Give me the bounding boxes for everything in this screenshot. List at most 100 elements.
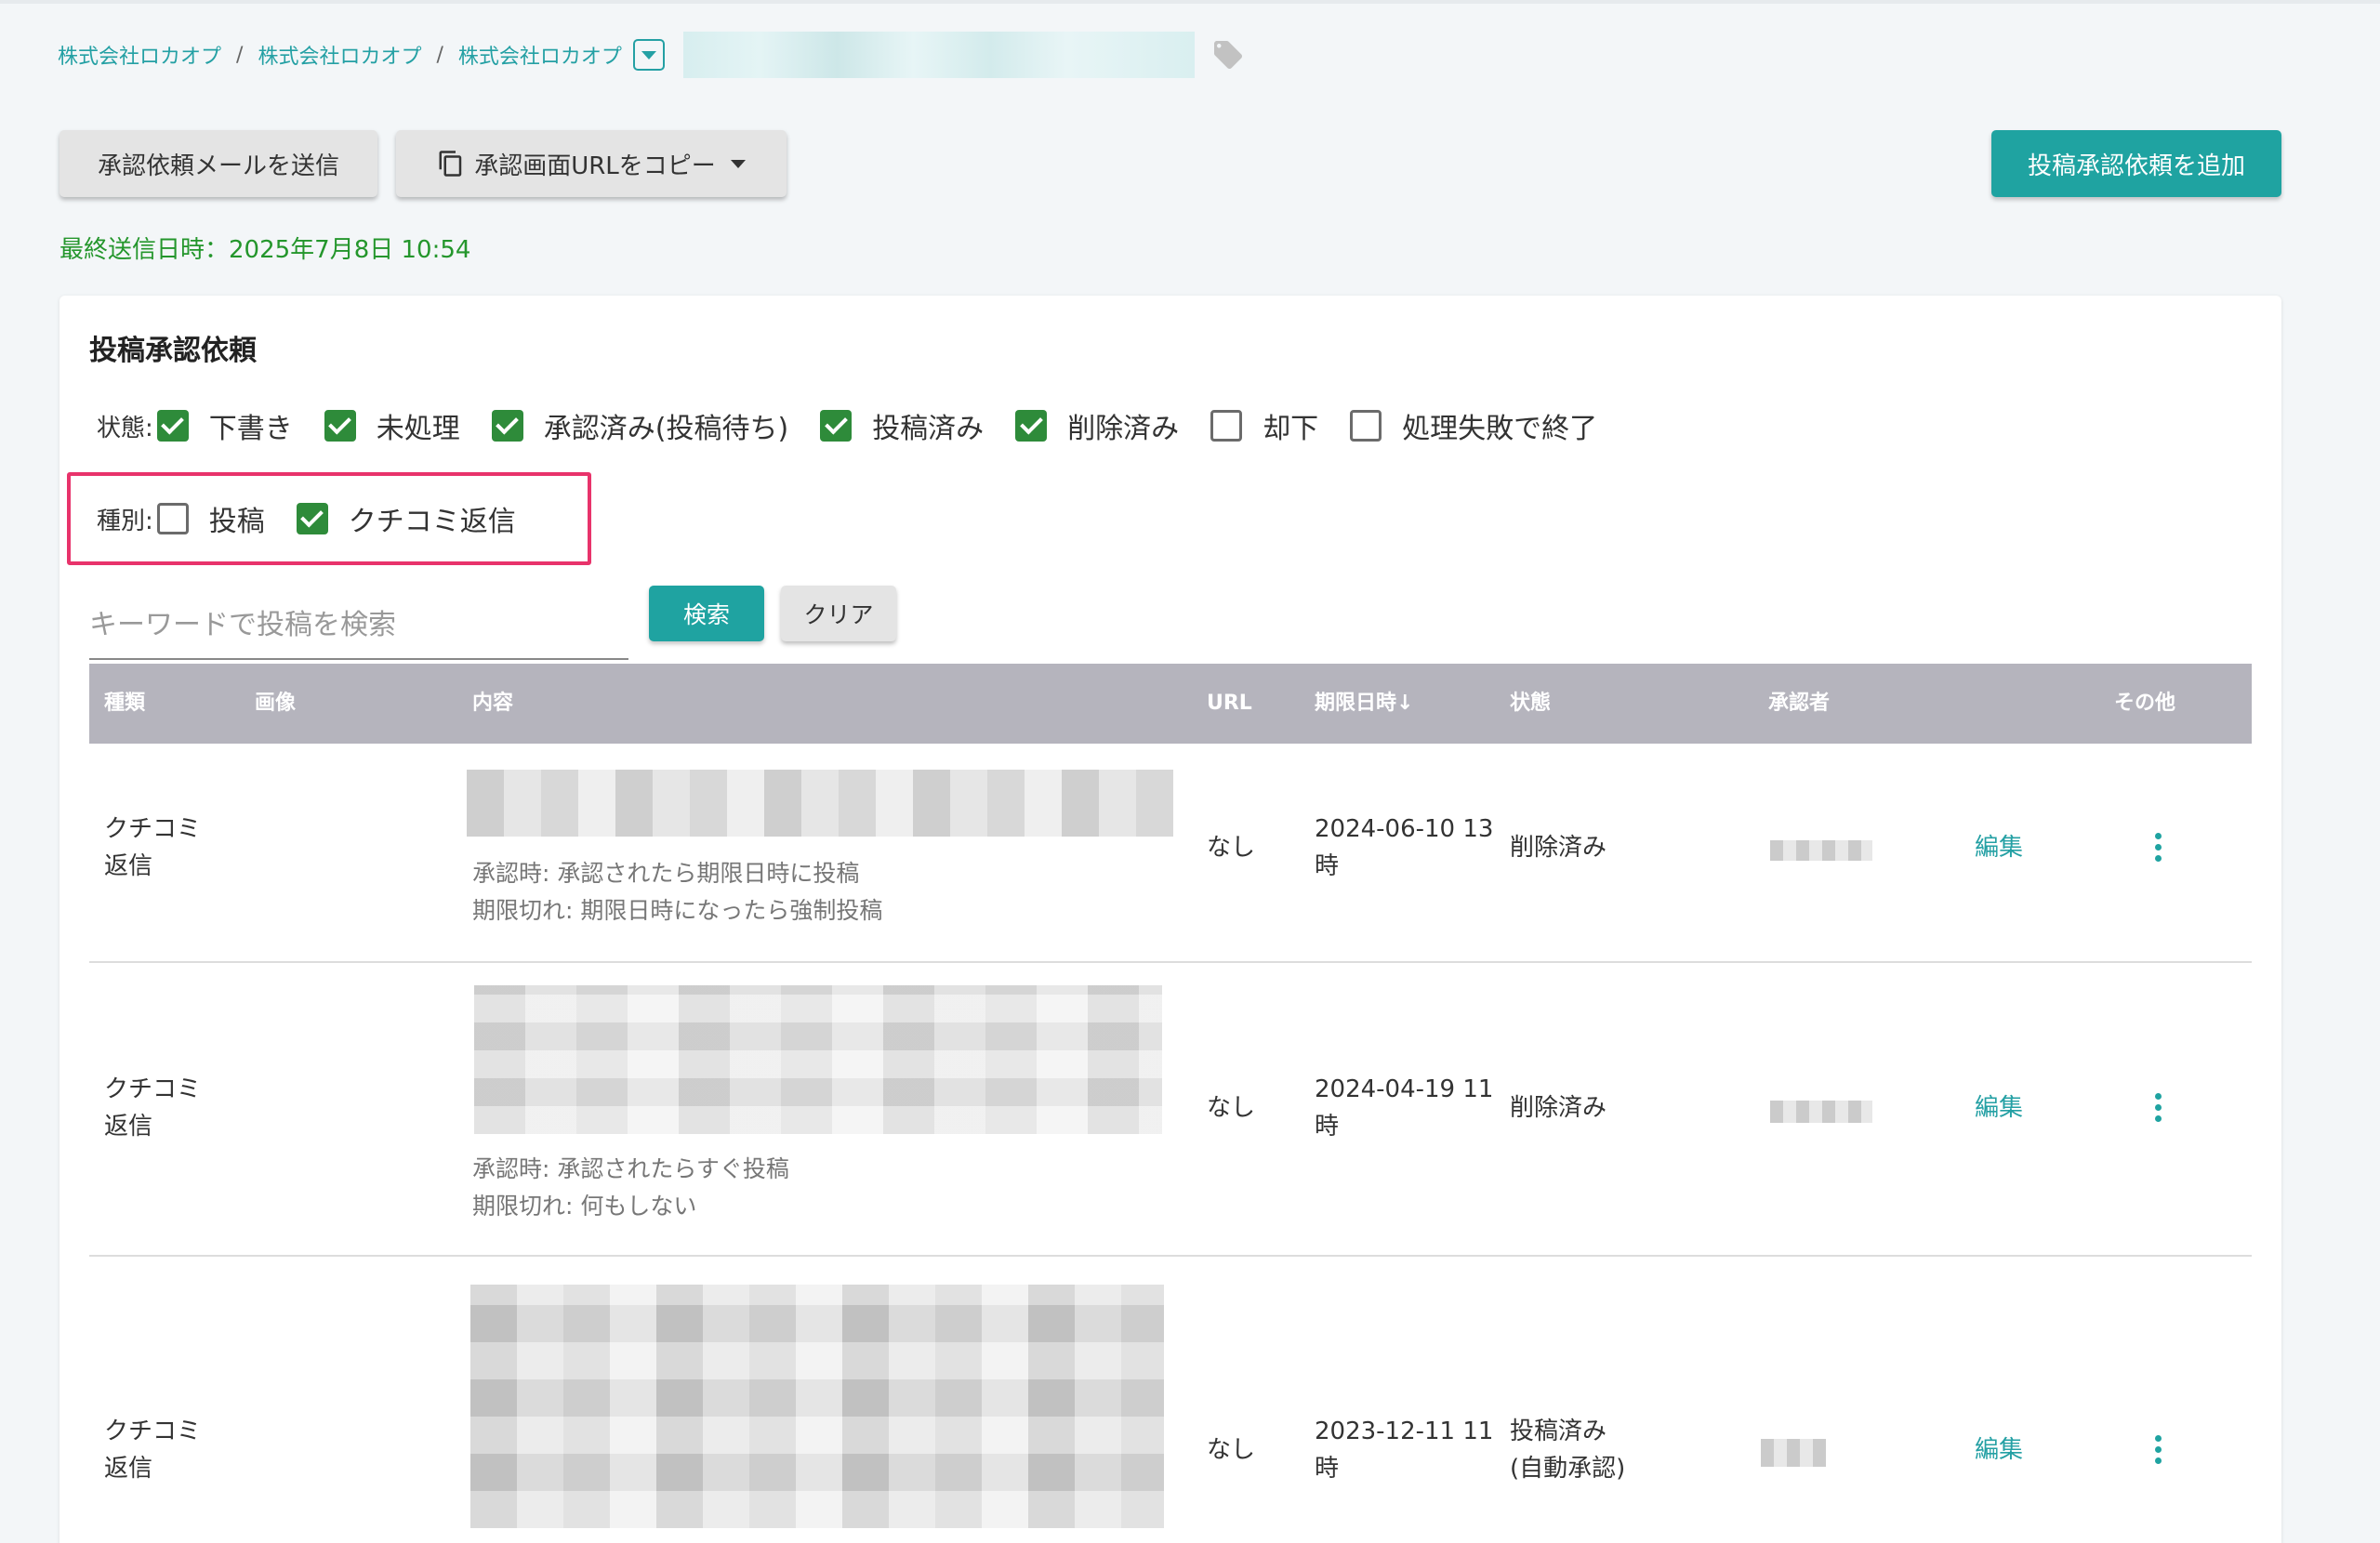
type-filter: 種別: 投稿 クチコミ返信 (97, 495, 548, 543)
row-note: 承認時: 承認されたらすぐ投稿 期限切れ: 何もしない (472, 1151, 789, 1225)
status-option-label: 下書き (208, 413, 293, 445)
column-header-url[interactable]: URL (1207, 664, 1252, 744)
row-deadline-line: 2024-06-10 13 (1315, 815, 1494, 843)
add-approval-request-button[interactable]: 投稿承認依頼を追加 (1991, 130, 2281, 197)
status-option-label: 却下 (1263, 413, 1319, 445)
breadcrumb-item-2[interactable]: 株式会社ロカオプ (258, 40, 421, 70)
status-option-rejected[interactable]: 却下 (1210, 405, 1318, 446)
more-vert-icon[interactable] (2153, 1435, 2162, 1464)
row-type-line: クチコミ (104, 1418, 202, 1445)
send-approval-mail-button[interactable]: 承認依頼メールを送信 (60, 130, 377, 197)
row-type-line: クチコミ (104, 815, 202, 843)
checkbox-icon[interactable] (296, 503, 328, 534)
search-input[interactable] (89, 591, 628, 660)
row-deadline: 2024-04-19 11 時 (1315, 1071, 1493, 1145)
card-title: 投稿承認依頼 (89, 335, 257, 367)
status-option-unprocessed[interactable]: 未処理 (324, 405, 460, 446)
status-option-label: 承認済み(投稿待ち) (543, 413, 789, 445)
table-row: クチコミ 返信 承認時: 承認されたら期限日時に投稿 期限切れ: 期限日時になっ… (89, 744, 2252, 963)
type-option-label: クチコミ返信 (348, 506, 516, 538)
edit-link[interactable]: 編集 (1975, 1431, 2023, 1469)
row-note-line: 期限切れ: 何もしない (472, 1193, 697, 1220)
breadcrumb-item-1[interactable]: 株式会社ロカオプ (58, 40, 221, 70)
status-option-approved-waiting[interactable]: 承認済み(投稿待ち) (491, 405, 789, 446)
approval-request-card: 投稿承認依頼 状態: 下書き 未処理 承認済み(投稿待ち) 投稿済み 削除済み … (60, 296, 2281, 1543)
row-deadline-line: 2023-12-11 11 (1315, 1418, 1494, 1445)
row-status-line: (自動承認) (1510, 1455, 1626, 1483)
column-header-image[interactable]: 画像 (255, 664, 296, 744)
checkbox-icon[interactable] (820, 410, 853, 442)
breadcrumb-item-3[interactable]: 株式会社ロカオプ (458, 40, 622, 70)
edit-link[interactable]: 編集 (1975, 829, 2023, 866)
breadcrumb: 株式会社ロカオプ / 株式会社ロカオプ / 株式会社ロカオプ (58, 32, 1245, 78)
status-option-deleted[interactable]: 削除済み (1015, 405, 1179, 446)
row-url: なし (1207, 834, 1256, 862)
type-option-review-reply[interactable]: クチコミ返信 (296, 498, 516, 539)
row-status: 削除済み (1510, 829, 1606, 866)
edit-link[interactable]: 編集 (1975, 1089, 2023, 1127)
status-option-draft[interactable]: 下書き (156, 405, 293, 446)
blurred-approver (1770, 1101, 1872, 1123)
row-deadline-line: 時 (1315, 1113, 1340, 1141)
type-option-post[interactable]: 投稿 (156, 498, 265, 539)
clear-button[interactable]: クリア (781, 586, 896, 641)
row-status-line: 投稿済み (1510, 1418, 1607, 1445)
checkbox-icon[interactable] (156, 410, 189, 442)
blurred-content-text (467, 770, 1173, 837)
copy-approval-url-label: 承認画面URLをコピー (474, 152, 716, 180)
row-status: 削除済み (1510, 1089, 1606, 1127)
copy-approval-url-button[interactable]: 承認画面URLをコピー (396, 130, 787, 197)
row-url: なし (1207, 1436, 1256, 1464)
checkbox-icon[interactable] (491, 410, 523, 442)
clear-button-label: クリア (803, 601, 874, 628)
row-type: クチコミ 返信 (104, 1071, 201, 1145)
row-type-line: 返信 (104, 1455, 153, 1483)
row-type-line: 返信 (104, 852, 153, 880)
search-button[interactable]: 検索 (649, 586, 764, 641)
blurred-content-text (470, 1285, 1164, 1528)
checkbox-icon[interactable] (1350, 410, 1382, 442)
breadcrumb-dropdown-button[interactable] (632, 39, 665, 71)
checkbox-icon[interactable] (156, 503, 189, 534)
row-type-line: 返信 (104, 1113, 153, 1141)
checkbox-icon[interactable] (324, 410, 356, 442)
column-header-other[interactable]: その他 (2114, 664, 2175, 744)
row-type: クチコミ 返信 (104, 1413, 201, 1487)
column-header-content[interactable]: 内容 (472, 664, 513, 744)
row-deadline: 2023-12-11 11 時 (1315, 1413, 1493, 1487)
chevron-down-icon (641, 50, 656, 59)
row-deadline-line: 2024-04-19 11 (1315, 1075, 1494, 1103)
column-header-deadline[interactable]: 期限日時↓ (1315, 664, 1413, 744)
row-deadline-line: 時 (1315, 852, 1340, 880)
checkbox-icon[interactable] (1210, 410, 1243, 442)
status-option-failed[interactable]: 処理失敗で終了 (1350, 405, 1597, 446)
row-note-line: 承認時: 承認されたら期限日時に投稿 (472, 860, 860, 887)
breadcrumb-separator: / (436, 43, 443, 67)
checkbox-icon[interactable] (1015, 410, 1048, 442)
blurred-content-text (474, 985, 1162, 1134)
status-option-posted[interactable]: 投稿済み (820, 405, 984, 446)
column-header-approver[interactable]: 承認者 (1768, 664, 1830, 744)
blurred-page-title (682, 32, 1195, 78)
blurred-approver (1770, 840, 1872, 861)
type-filter-label: 種別: (97, 507, 153, 535)
status-option-label: 処理失敗で終了 (1402, 413, 1598, 445)
row-url: なし (1207, 1094, 1256, 1122)
row-type-line: クチコミ (104, 1075, 202, 1103)
row-deadline: 2024-06-10 13 時 (1315, 811, 1493, 885)
status-option-label: 削除済み (1067, 413, 1180, 445)
tag-icon[interactable] (1211, 38, 1245, 72)
table-header: 種類 画像 内容 URL 期限日時↓ 状態 承認者 その他 (89, 664, 2252, 744)
row-type: クチコミ 返信 (104, 811, 201, 885)
status-filter-label: 状態: (97, 414, 153, 442)
row-status-line: 削除済み (1510, 1094, 1607, 1122)
column-header-status[interactable]: 状態 (1510, 664, 1551, 744)
more-vert-icon[interactable] (2153, 1093, 2162, 1122)
row-note: 承認時: 承認されたら期限日時に投稿 期限切れ: 期限日時になったら強制投稿 (472, 855, 882, 930)
add-approval-request-label: 投稿承認依頼を追加 (2027, 152, 2245, 180)
row-status: 投稿済み (自動承認) (1510, 1413, 1625, 1487)
top-border (0, 0, 2380, 4)
more-vert-icon[interactable] (2153, 833, 2162, 862)
column-header-type[interactable]: 種類 (104, 664, 145, 744)
caret-down-icon (730, 159, 746, 168)
